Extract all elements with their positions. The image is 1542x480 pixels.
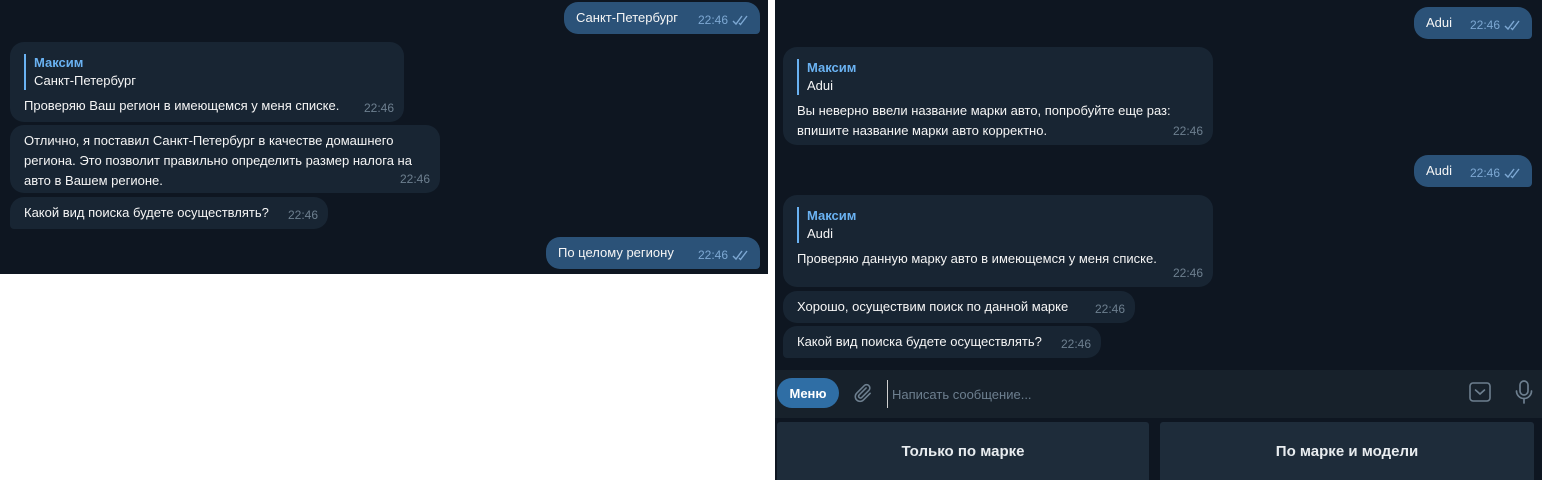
message-time: 22:46: [400, 169, 430, 189]
time-label: 22:46: [1469, 166, 1500, 180]
message-text: Проверяю данную марку авто в имеющемся у…: [797, 251, 1157, 266]
quote-text: Санкт-Петербург: [34, 73, 136, 88]
quote-author: Максим: [807, 208, 857, 223]
double-check-icon: [732, 15, 748, 26]
reply-quote[interactable]: Максим Adui: [797, 59, 1199, 95]
double-check-icon: [732, 250, 748, 261]
double-check-icon: [1504, 168, 1520, 179]
message-time: 22:46: [1095, 299, 1125, 319]
message-time: 22:46: [288, 205, 318, 225]
double-check-icon: [1504, 20, 1520, 31]
time-label: 22:46: [1172, 124, 1203, 138]
outgoing-message[interactable]: Adui 22:46: [1414, 7, 1532, 39]
message-text: Хорошо, осуществим поиск по данной марке: [797, 299, 1069, 314]
message-text: Какой вид поиска будете осуществлять?: [24, 205, 269, 220]
message-time: 22:46: [698, 245, 750, 265]
message-text: Какой вид поиска будете осуществлять?: [797, 334, 1042, 349]
incoming-message[interactable]: Максим Санкт-Петербург Проверяю Ваш реги…: [10, 42, 404, 122]
message-text: Проверяю Ваш регион в имеющемся у меня с…: [24, 98, 340, 113]
message-text: Вы неверно ввели название марки авто, по…: [797, 103, 1171, 138]
incoming-message[interactable]: Хорошо, осуществим поиск по данной марке…: [783, 291, 1135, 323]
bot-keyboard: Только по марке По марке и модели: [775, 418, 1542, 480]
time-label: 22:46: [1469, 18, 1500, 32]
paperclip-icon[interactable]: [851, 382, 873, 404]
keyboard-icon[interactable]: [1468, 380, 1492, 404]
message-text: Санкт-Петербург: [576, 10, 678, 25]
time-label: 22:46: [363, 101, 394, 115]
outgoing-message[interactable]: Audi 22:46: [1414, 155, 1532, 187]
message-time: 22:46: [1173, 121, 1203, 141]
keyboard-button-brand-only[interactable]: Только по марке: [777, 422, 1149, 480]
time-label: 22:46: [1094, 302, 1125, 316]
message-time: 22:46: [1470, 163, 1522, 183]
message-input[interactable]: [887, 380, 1454, 408]
quote-author: Максим: [807, 60, 857, 75]
time-label: 22:46: [399, 172, 430, 186]
menu-button[interactable]: Меню: [777, 378, 839, 408]
message-time: 22:46: [698, 10, 750, 30]
time-label: 22:46: [1172, 266, 1203, 280]
quote-text: Audi: [807, 226, 834, 241]
time-label: 22:46: [1060, 337, 1091, 351]
time-label: 22:46: [697, 13, 728, 27]
quote-author: Максим: [34, 55, 84, 70]
reply-quote[interactable]: Максим Audi: [797, 207, 1199, 243]
message-time: 22:46: [1061, 334, 1091, 354]
message-text: Отлично, я поставил Санкт-Петербург в ка…: [24, 133, 412, 188]
message-composer: Меню: [775, 370, 1542, 418]
message-time: 22:46: [364, 98, 394, 118]
message-time: 22:46: [1173, 263, 1203, 283]
message-time: 22:46: [1470, 15, 1522, 35]
time-label: 22:46: [697, 248, 728, 262]
quote-text: Adui: [807, 78, 834, 93]
incoming-message[interactable]: Максим Audi Проверяю данную марку авто в…: [783, 195, 1213, 287]
message-text: По целому региону: [558, 245, 674, 260]
microphone-icon[interactable]: [1512, 379, 1536, 405]
incoming-message[interactable]: Отлично, я поставил Санкт-Петербург в ка…: [10, 125, 440, 193]
left-chat-panel: Санкт-Петербург 22:46 Максим Санкт-Петер…: [0, 0, 768, 274]
time-label: 22:46: [287, 208, 318, 222]
incoming-message[interactable]: Максим Adui Вы неверно ввели название ма…: [783, 47, 1213, 145]
incoming-message[interactable]: Какой вид поиска будете осуществлять? 22…: [10, 197, 328, 229]
incoming-message[interactable]: Какой вид поиска будете осуществлять? 22…: [783, 326, 1101, 358]
reply-quote[interactable]: Максим Санкт-Петербург: [24, 54, 390, 90]
message-text: Adui: [1426, 15, 1453, 30]
outgoing-message[interactable]: Санкт-Петербург 22:46: [564, 2, 760, 34]
keyboard-button-brand-and-model[interactable]: По марке и модели: [1160, 422, 1534, 480]
message-text: Audi: [1426, 163, 1453, 178]
outgoing-message[interactable]: По целому региону 22:46: [546, 237, 760, 269]
right-chat-panel: Adui 22:46 Максим Adui Вы неверно ввели …: [775, 0, 1542, 480]
